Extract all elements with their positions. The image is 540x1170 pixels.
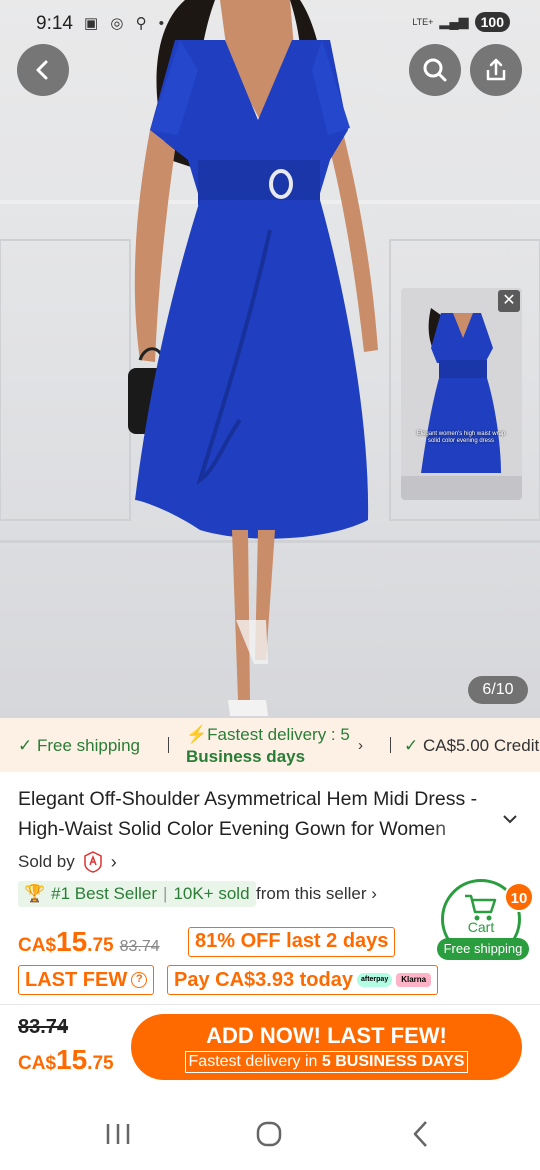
- add-button-sublabel: Fastest delivery in 5 BUSINESS DAYS: [184, 1051, 469, 1073]
- chevron-down-icon: [503, 815, 517, 824]
- back-icon: [413, 1121, 427, 1147]
- back-button[interactable]: [17, 44, 69, 96]
- discount-badge: 81% OFF last 2 days: [188, 927, 396, 957]
- search-button[interactable]: [409, 44, 461, 96]
- original-price: 83.74: [119, 938, 160, 955]
- price-whole: 15: [56, 926, 88, 957]
- battery-indicator: 100: [474, 12, 510, 32]
- delivery-days: 5 BUSINESS DAYS: [321, 1053, 465, 1070]
- seller-logo-icon: [83, 851, 102, 873]
- last-few-badge[interactable]: LAST FEW ?: [18, 965, 155, 995]
- free-shipping-benefit: ✓ Free shipping: [18, 736, 140, 756]
- share-icon: [486, 58, 506, 81]
- price-decimal: .75: [87, 1053, 114, 1074]
- price-whole: 15: [56, 1044, 88, 1075]
- check-icon: ✓: [404, 736, 419, 755]
- search-icon: [423, 58, 447, 82]
- sold-by-row[interactable]: Sold by ›: [18, 851, 117, 873]
- trophy-icon: 🏆: [24, 884, 46, 903]
- help-icon[interactable]: ?: [131, 972, 148, 988]
- video-caption: Elegant women's high waist wrap solid co…: [416, 431, 506, 444]
- installment-badge[interactable]: Pay CA$3.93 today afterpay Klarna: [167, 965, 439, 995]
- price-currency: CA$: [18, 935, 57, 956]
- status-indicators: LTE+ ▂▄▆ 100: [412, 12, 510, 32]
- cart-button[interactable]: Cart Free shipping 10: [437, 879, 534, 963]
- chevron-right-icon: ›: [110, 851, 117, 872]
- expand-title-button[interactable]: [502, 812, 518, 830]
- divider: [0, 1004, 540, 1005]
- last-few-label: LAST FEW: [25, 968, 128, 991]
- price-currency: CA$: [18, 1053, 57, 1074]
- notification-icons: ▣ ◎ ⚲ •: [84, 15, 169, 32]
- from-seller-label: from this seller: [256, 884, 367, 903]
- best-seller-badge[interactable]: 🏆 #1 Best Seller | 10K+ sold: [18, 881, 256, 907]
- benefits-strip[interactable]: ✓ Free shipping ⚡Fastest delivery : 5 Bu…: [0, 718, 540, 772]
- add-to-cart-button[interactable]: ADD NOW! LAST FEW! Fastest delivery in 5…: [131, 1014, 522, 1080]
- price-row: CA$ 15 .75 83.74: [18, 926, 160, 958]
- lightning-icon: ⚡: [186, 725, 208, 744]
- price-decimal: .75: [87, 935, 114, 956]
- add-button-label: ADD NOW! LAST FEW!: [206, 1023, 447, 1048]
- recent-apps-icon: [106, 1124, 130, 1144]
- fastest-delivery-label: Fastest delivery : 5: [207, 725, 350, 744]
- title-fade: [430, 814, 506, 844]
- business-days-label: Business days: [186, 747, 306, 766]
- afterpay-logo: afterpay: [356, 973, 393, 987]
- video-preview[interactable]: ✕ Elegant women's high waist wrap solid …: [401, 288, 522, 500]
- system-navigation-bar: [0, 1098, 540, 1170]
- chevron-right-icon: ›: [358, 737, 363, 754]
- divider: [390, 737, 391, 753]
- close-video-button[interactable]: ✕: [498, 290, 520, 312]
- check-icon: ✓: [18, 736, 33, 755]
- from-seller-link[interactable]: from this seller ›: [256, 884, 377, 904]
- cart-free-shipping: Free shipping: [437, 938, 529, 960]
- sold-by-label: Sold by: [18, 852, 75, 871]
- pay-today-label: Pay CA$3.93 today: [174, 968, 353, 991]
- image-counter: 6/10: [468, 676, 528, 704]
- credit-benefit: ✓ CA$5.00 Credit: [404, 736, 539, 756]
- free-shipping-label: Free shipping: [36, 736, 140, 755]
- delivery-prefix: Fastest delivery in: [188, 1053, 318, 1070]
- chevron-right-icon: ›: [371, 884, 377, 903]
- recent-apps-button[interactable]: [98, 1116, 138, 1152]
- product-page: 9:14 ▣ ◎ ⚲ • LTE+ ▂▄▆ 100 ✕ Elegant wome…: [0, 0, 540, 1170]
- signal-icon: ▂▄▆: [439, 14, 469, 29]
- video-thumbnail: [401, 288, 522, 500]
- back-nav-button[interactable]: [401, 1116, 441, 1152]
- bottom-original-price: 83.74: [18, 1016, 69, 1038]
- cart-count-badge: 10: [504, 882, 534, 912]
- share-button[interactable]: [470, 44, 522, 96]
- klarna-logo: Klarna: [396, 973, 432, 987]
- bottom-price: CA$ 15 .75: [18, 1044, 114, 1076]
- best-seller-label: #1 Best Seller: [51, 884, 158, 903]
- sold-count: 10K+ sold: [173, 884, 250, 903]
- home-button[interactable]: [249, 1116, 289, 1152]
- status-bar: 9:14 ▣ ◎ ⚲ • LTE+ ▂▄▆ 100: [0, 10, 540, 40]
- divider: [168, 737, 169, 753]
- product-image-gallery[interactable]: 9:14 ▣ ◎ ⚲ • LTE+ ▂▄▆ 100 ✕ Elegant wome…: [0, 0, 540, 718]
- cart-label: Cart: [467, 919, 495, 935]
- home-icon: [256, 1121, 282, 1147]
- back-arrow-icon: [36, 60, 48, 80]
- cart-icon: [465, 894, 497, 921]
- status-time: 9:14: [36, 13, 73, 34]
- credit-label: CA$5.00 Credit: [422, 736, 540, 755]
- network-type: LTE+: [412, 16, 434, 27]
- fastest-delivery-benefit[interactable]: ⚡Fastest delivery : 5 Business days ›: [186, 724, 363, 768]
- divider: |: [163, 884, 168, 903]
